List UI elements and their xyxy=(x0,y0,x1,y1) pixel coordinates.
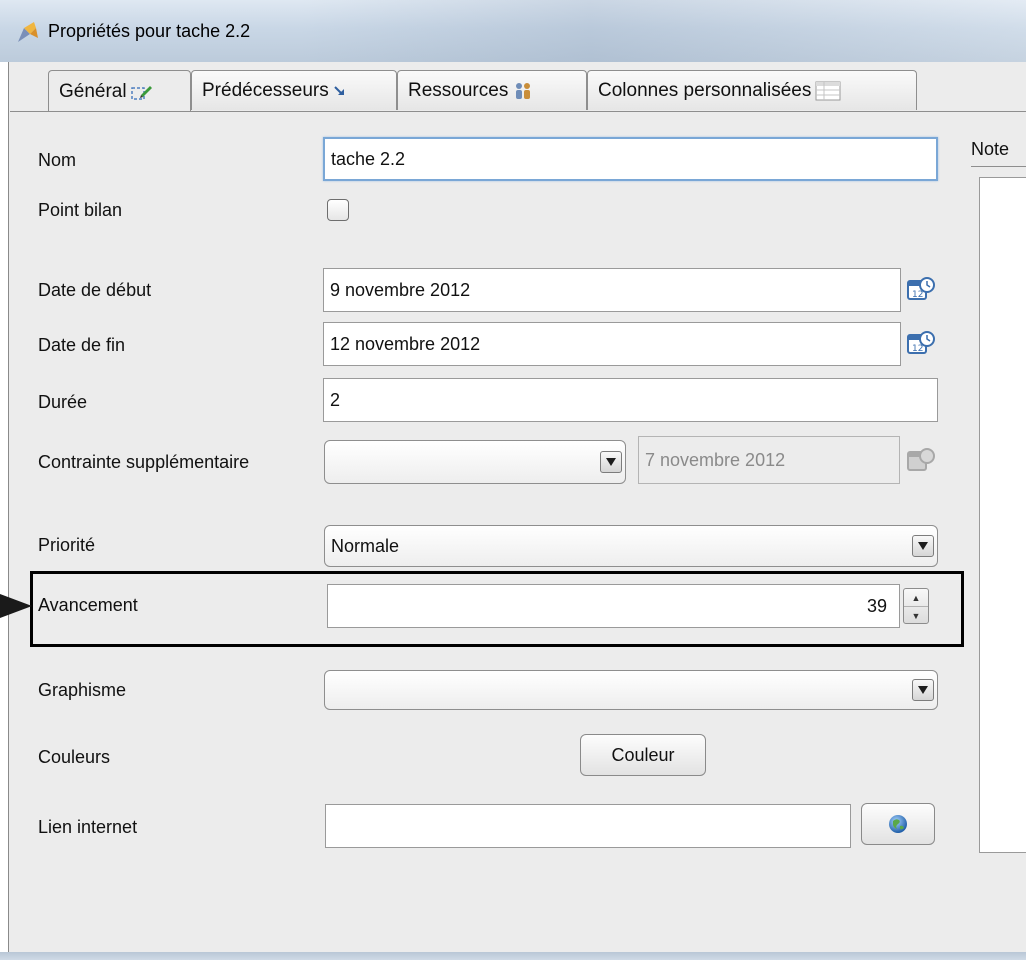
end-date-calendar-icon[interactable]: 12 xyxy=(906,328,936,358)
window-bottom-frame xyxy=(0,952,1026,960)
svg-text:12: 12 xyxy=(912,290,923,300)
tab-custom-columns-label: Colonnes personnalisées xyxy=(598,79,812,101)
constraint-date-input: 7 novembre 2012 xyxy=(638,436,900,484)
svg-text:12: 12 xyxy=(912,344,923,354)
tab-general-label: Général xyxy=(59,80,127,102)
constraint-select[interactable] xyxy=(324,440,626,484)
duration-input[interactable]: 2 xyxy=(323,378,938,422)
name-input[interactable]: tache 2.2 xyxy=(323,137,938,181)
progress-input[interactable]: 39 xyxy=(327,584,900,628)
tab-resources[interactable]: Ressources xyxy=(397,70,587,110)
duration-label: Durée xyxy=(38,392,88,412)
progress-spinner[interactable]: ▲ ▼ xyxy=(903,588,929,624)
chevron-down-icon xyxy=(600,451,622,473)
constraint-date-value: 7 novembre 2012 xyxy=(645,449,786,470)
start-date-value: 9 novembre 2012 xyxy=(330,279,471,300)
globe-icon xyxy=(889,815,907,833)
end-date-label: Date de fin xyxy=(38,335,126,355)
notes-textarea[interactable] xyxy=(979,177,1026,853)
start-date-calendar-icon[interactable]: 12 xyxy=(906,274,936,304)
milestone-checkbox[interactable] xyxy=(327,199,349,221)
priority-select[interactable]: Normale xyxy=(324,525,938,567)
milestone-label: Point bilan xyxy=(38,200,123,220)
color-button[interactable]: Couleur xyxy=(580,734,706,776)
people-icon xyxy=(512,81,534,101)
table-icon xyxy=(815,81,841,101)
notes-separator xyxy=(971,166,1026,167)
link-input[interactable] xyxy=(325,804,851,848)
spinner-down-icon[interactable]: ▼ xyxy=(904,607,928,624)
end-date-input[interactable]: 12 novembre 2012 xyxy=(323,322,901,366)
duration-value: 2 xyxy=(330,389,341,410)
chevron-down-icon xyxy=(912,679,934,701)
progress-label: Avancement xyxy=(38,595,138,615)
arrow-down-right-icon xyxy=(333,84,347,98)
start-date-label: Date de début xyxy=(38,280,152,300)
tab-resources-label: Ressources xyxy=(408,79,509,101)
name-label: Nom xyxy=(38,150,77,170)
link-label: Lien internet xyxy=(38,817,138,837)
color-button-label: Couleur xyxy=(611,744,675,765)
shape-select[interactable] xyxy=(324,670,938,710)
title-bar: Propriétés pour tache 2.2 xyxy=(0,0,1026,62)
window-title: Propriétés pour tache 2.2 xyxy=(48,21,251,41)
spinner-up-icon[interactable]: ▲ xyxy=(904,589,928,607)
notes-label: Note xyxy=(971,139,1010,159)
title-bar-background xyxy=(300,0,1026,62)
tab-general[interactable]: Général xyxy=(48,70,191,112)
priority-select-value: Normale xyxy=(331,535,400,556)
chevron-down-icon xyxy=(912,535,934,557)
constraint-calendar-icon xyxy=(907,448,935,471)
open-link-button[interactable] xyxy=(861,803,935,845)
tab-predecessors[interactable]: Prédécesseurs xyxy=(191,70,397,110)
end-date-value: 12 novembre 2012 xyxy=(330,333,481,354)
tab-separator xyxy=(10,111,1026,112)
pointer-arrow-icon xyxy=(0,594,32,618)
tab-predecessors-label: Prédécesseurs xyxy=(202,79,329,101)
shape-label: Graphisme xyxy=(38,680,127,700)
priority-label: Priorité xyxy=(38,535,96,555)
tab-custom-columns[interactable]: Colonnes personnalisées xyxy=(587,70,917,110)
constraint-label: Contrainte supplémentaire xyxy=(38,452,250,472)
name-input-value: tache 2.2 xyxy=(331,148,406,169)
colors-label: Couleurs xyxy=(38,747,111,767)
edit-pencil-icon xyxy=(130,83,153,101)
progress-value: 39 xyxy=(866,595,887,616)
start-date-input[interactable]: 9 novembre 2012 xyxy=(323,268,901,312)
app-icon xyxy=(18,22,38,42)
